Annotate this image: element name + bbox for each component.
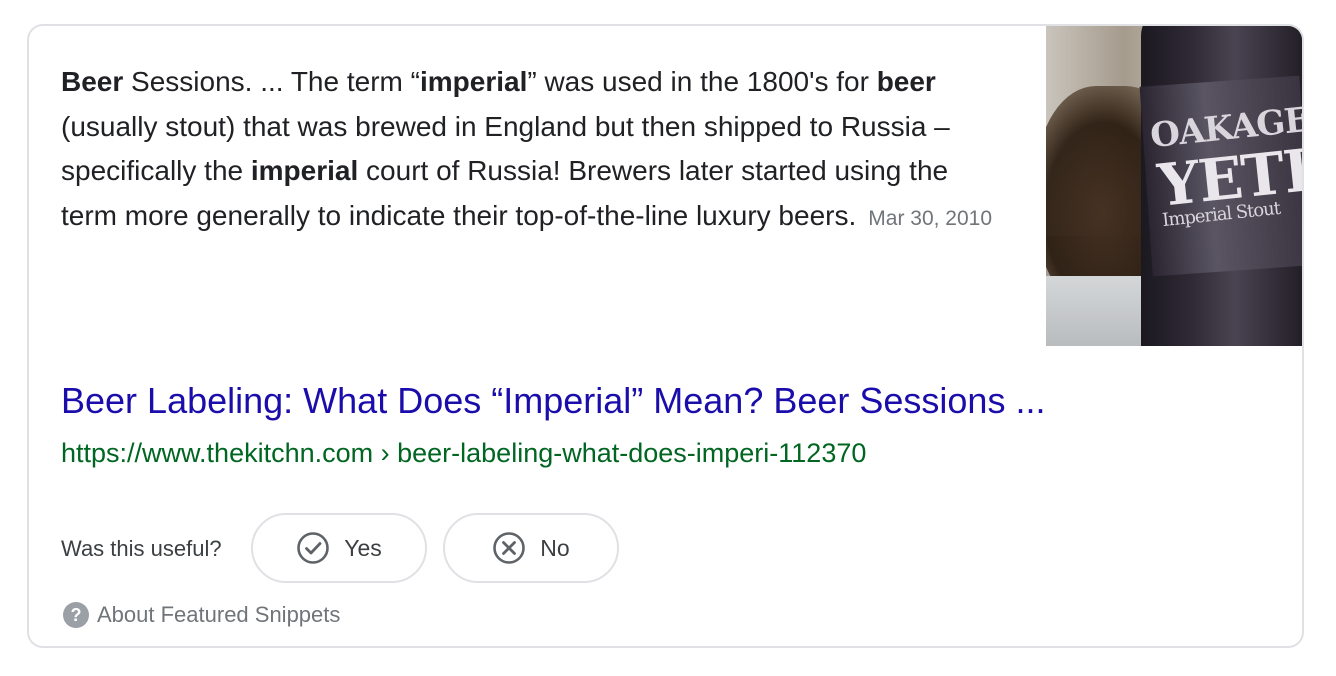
about-featured-snippets-link[interactable]: ? About Featured Snippets [63,602,340,628]
result-url[interactable]: https://www.thekitchn.com › beer-labelin… [61,438,866,469]
feedback-question: Was this useful? [61,536,222,561]
snippet-highlight: beer [876,66,936,97]
yes-label: Yes [344,534,382,561]
about-label: About Featured Snippets [97,602,341,627]
snippet-highlight: Beer [61,66,124,97]
snippet-highlight: imperial [250,155,359,186]
snippet-highlight: imperial [419,66,528,97]
yes-button[interactable]: Yes [251,513,427,583]
featured-snippet-card: Beer Sessions. ... The term “imperial” w… [27,24,1304,648]
snippet-thumbnail-image[interactable]: OAKAGE YETI Imperial Stout [1046,26,1302,346]
x-circle-icon [492,531,526,565]
no-label: No [540,534,570,561]
check-circle-icon [296,531,330,565]
no-button[interactable]: No [443,513,619,583]
snippet-text: Beer Sessions. ... The term “imperial” w… [61,60,1011,241]
snippet-part: Sessions. ... The term “ [123,66,420,97]
result-title-link[interactable]: Beer Labeling: What Does “Imperial” Mean… [61,380,1045,422]
help-circle-icon: ? [63,602,89,628]
snippet-part: ” was used in the 1800's for [527,66,877,97]
snippet-date: Mar 30, 2010 [868,206,993,230]
